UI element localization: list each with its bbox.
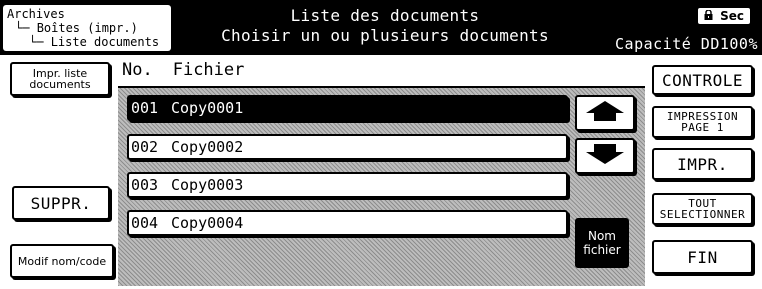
- page-subtitle: Choisir un ou plusieurs documents: [221, 26, 549, 45]
- print-page1-button[interactable]: IMPRESSION PAGE 1: [652, 106, 753, 138]
- breadcrumb: Archives └─ Boîtes (impr.) └─ Liste docu…: [3, 5, 171, 51]
- select-all-line2: SELECTIONNER: [659, 208, 746, 221]
- print-button[interactable]: IMPR.: [652, 148, 753, 180]
- print-button-label: IMPR.: [677, 154, 728, 174]
- arrow-down-icon: [585, 143, 625, 169]
- breadcrumb-level-3-label: Liste documents: [50, 35, 160, 49]
- scroll-down-button[interactable]: [575, 138, 635, 174]
- row-filename: Copy0004: [171, 214, 244, 232]
- print-list-button[interactable]: Impr. liste documents: [10, 62, 110, 96]
- document-row[interactable]: 004 Copy0004: [127, 210, 568, 236]
- print-page1-line2: PAGE 1: [681, 121, 724, 134]
- row-filename: Copy0001: [171, 99, 244, 117]
- column-header-number: No.: [122, 60, 153, 80]
- document-row-selected[interactable]: 001 Copy0001: [127, 95, 568, 121]
- row-number: 003: [131, 176, 159, 194]
- delete-button[interactable]: SUPPR.: [12, 186, 110, 220]
- document-row[interactable]: 003 Copy0003: [127, 172, 568, 198]
- row-filename: Copy0003: [171, 176, 244, 194]
- document-list-panel: 001 Copy0001 002 Copy0002 003 Copy0003 004 C…: [118, 86, 645, 286]
- lock-icon: [704, 9, 717, 23]
- row-number: 004: [131, 214, 159, 232]
- breadcrumb-level-2: └─ Boîtes (impr.): [15, 21, 138, 35]
- delete-button-label: SUPPR.: [30, 193, 92, 213]
- modify-name-code-button[interactable]: Modif nom/code: [10, 244, 114, 278]
- page-title: Liste des documents: [290, 6, 480, 25]
- capacity-indicator: Capacité DD100%: [615, 35, 758, 53]
- document-list-screen: Archives └─ Boîtes (impr.) └─ Liste docu…: [0, 0, 762, 289]
- column-header-file: Fichier: [172, 60, 245, 80]
- breadcrumb-level-2-label: Boîtes (impr.): [36, 21, 138, 35]
- filename-button-line1: Nom: [587, 229, 616, 243]
- filename-sort-button[interactable]: Nom fichier: [575, 218, 629, 268]
- check-button-label: CONTROLE: [661, 70, 744, 90]
- breadcrumb-level-1: Archives: [7, 7, 65, 21]
- print-list-label-line2: documents: [29, 78, 91, 91]
- row-filename: Copy0002: [171, 138, 244, 156]
- row-number: 001: [131, 99, 159, 117]
- arrow-up-icon: [585, 100, 625, 126]
- security-badge: Sec: [698, 8, 750, 24]
- end-button-label: FIN: [687, 247, 718, 267]
- row-number: 002: [131, 138, 159, 156]
- check-button[interactable]: CONTROLE: [652, 65, 753, 95]
- filename-button-line2: fichier: [583, 243, 621, 257]
- header-bar: Archives └─ Boîtes (impr.) └─ Liste docu…: [0, 0, 762, 55]
- document-row[interactable]: 002 Copy0002: [127, 134, 568, 160]
- end-button[interactable]: FIN: [652, 240, 753, 274]
- breadcrumb-level-3: └─ Liste documents: [29, 35, 160, 49]
- security-label: Sec: [720, 9, 744, 23]
- select-all-button[interactable]: TOUT SELECTIONNER: [652, 193, 753, 225]
- scroll-up-button[interactable]: [575, 95, 635, 131]
- modify-button-label: Modif nom/code: [17, 254, 107, 268]
- list-column-headers: No. Fichier: [122, 60, 264, 80]
